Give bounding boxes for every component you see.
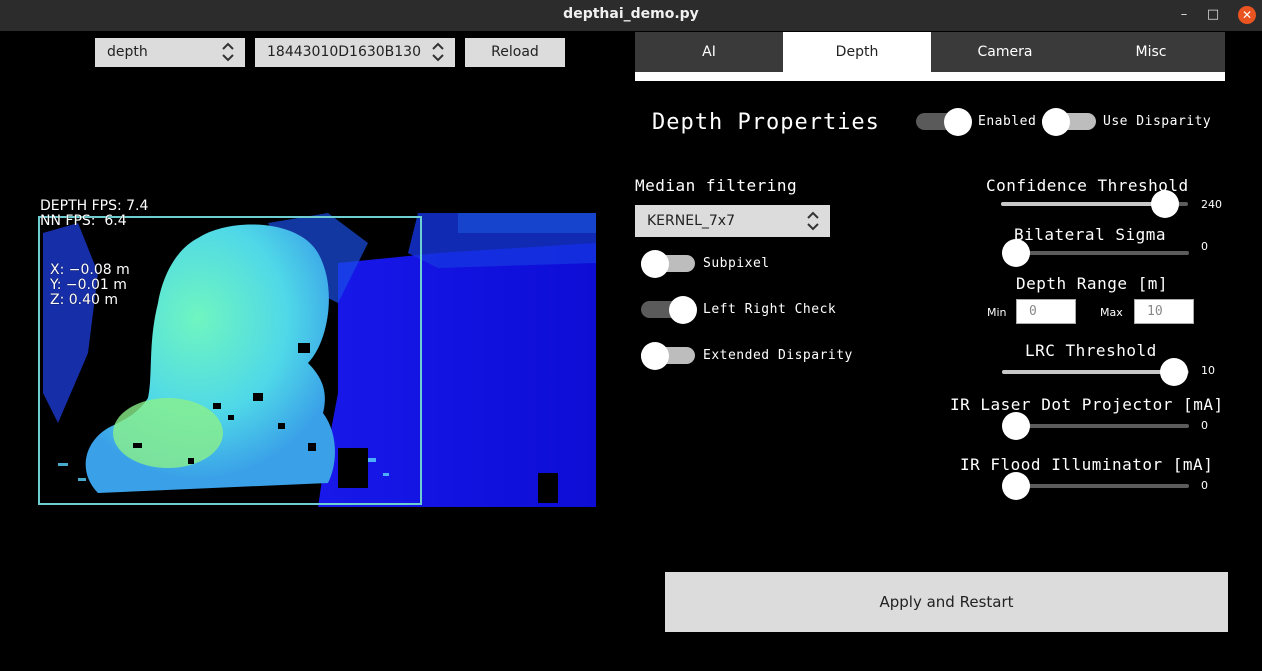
ir-flood-slider[interactable] [1002, 472, 1192, 500]
bilateral-sigma-slider[interactable] [1002, 239, 1192, 267]
use-disparity-toggle[interactable] [1042, 108, 1098, 136]
enabled-label: Enabled [978, 114, 1037, 129]
median-filter-select[interactable]: KERNEL_7x7 [635, 205, 830, 237]
confidence-threshold-value: 240 [1201, 198, 1222, 211]
updown-chevron-icon [222, 42, 234, 62]
lrc-threshold-slider[interactable] [1002, 358, 1192, 386]
tab-misc[interactable]: Misc [1077, 32, 1225, 72]
minimize-button[interactable]: – [1175, 6, 1193, 24]
page-title: Depth Properties [652, 110, 880, 135]
ir-flood-value: 0 [1201, 479, 1208, 492]
subpixel-label: Subpixel [703, 256, 770, 271]
device-select-value: 18443010D1630B130 [267, 44, 421, 60]
depth-range-max-label: Max [1100, 306, 1123, 319]
tab-depth[interactable]: Depth [783, 32, 931, 72]
z-coordinate-label: Z: 0.40 m [50, 292, 119, 308]
median-filtering-label: Median filtering [635, 176, 798, 195]
subpixel-toggle[interactable] [641, 250, 697, 278]
updown-chevron-icon [807, 211, 819, 231]
depth-range-min-label: Min [987, 306, 1007, 319]
depth-range-max-input[interactable]: 10 [1134, 299, 1194, 324]
depth-preview: DEPTH FPS: 7.4 NN FPS: 6.4 X: −0.08 m Y:… [38, 193, 596, 507]
window-titlebar: depthai_demo.py – □ ✕ [0, 0, 1262, 31]
preview-select-value: depth [107, 44, 148, 60]
reload-button[interactable]: Reload [465, 38, 565, 67]
maximize-button[interactable]: □ [1204, 6, 1222, 24]
depth-fps-label: DEPTH FPS: 7.4 [40, 198, 149, 214]
ir-laser-value: 0 [1201, 419, 1208, 432]
nn-fps-label: NN FPS: 6.4 [40, 213, 127, 229]
close-button[interactable]: ✕ [1238, 6, 1256, 24]
left-right-check-toggle[interactable] [641, 296, 697, 324]
use-disparity-label: Use Disparity [1103, 114, 1212, 129]
depth-range-min-input[interactable]: 0 [1016, 299, 1076, 324]
settings-tabs: AI Depth Camera Misc [635, 32, 1225, 72]
window-title: depthai_demo.py [563, 6, 699, 22]
x-coordinate-label: X: −0.08 m [50, 262, 130, 278]
tab-panel-border [635, 72, 1225, 81]
y-coordinate-label: Y: −0.01 m [50, 277, 127, 293]
apply-and-restart-button[interactable]: Apply and Restart [665, 572, 1228, 632]
depth-range-label: Depth Range [m] [1016, 274, 1168, 293]
updown-chevron-icon [432, 42, 444, 62]
lrc-threshold-value: 10 [1201, 364, 1215, 377]
left-right-check-label: Left Right Check [703, 302, 837, 317]
device-select[interactable]: 18443010D1630B130 [255, 38, 455, 67]
extended-disparity-toggle[interactable] [641, 342, 697, 370]
bilateral-sigma-value: 0 [1201, 240, 1208, 253]
tab-ai[interactable]: AI [635, 32, 783, 72]
median-filter-value: KERNEL_7x7 [647, 213, 735, 229]
enabled-toggle[interactable] [916, 108, 972, 136]
ir-laser-slider[interactable] [1002, 412, 1192, 440]
extended-disparity-label: Extended Disparity [703, 348, 853, 363]
preview-select[interactable]: depth [95, 38, 245, 67]
roi-bounding-box [38, 216, 422, 505]
confidence-threshold-slider[interactable] [1001, 190, 1193, 218]
tab-camera[interactable]: Camera [931, 32, 1079, 72]
